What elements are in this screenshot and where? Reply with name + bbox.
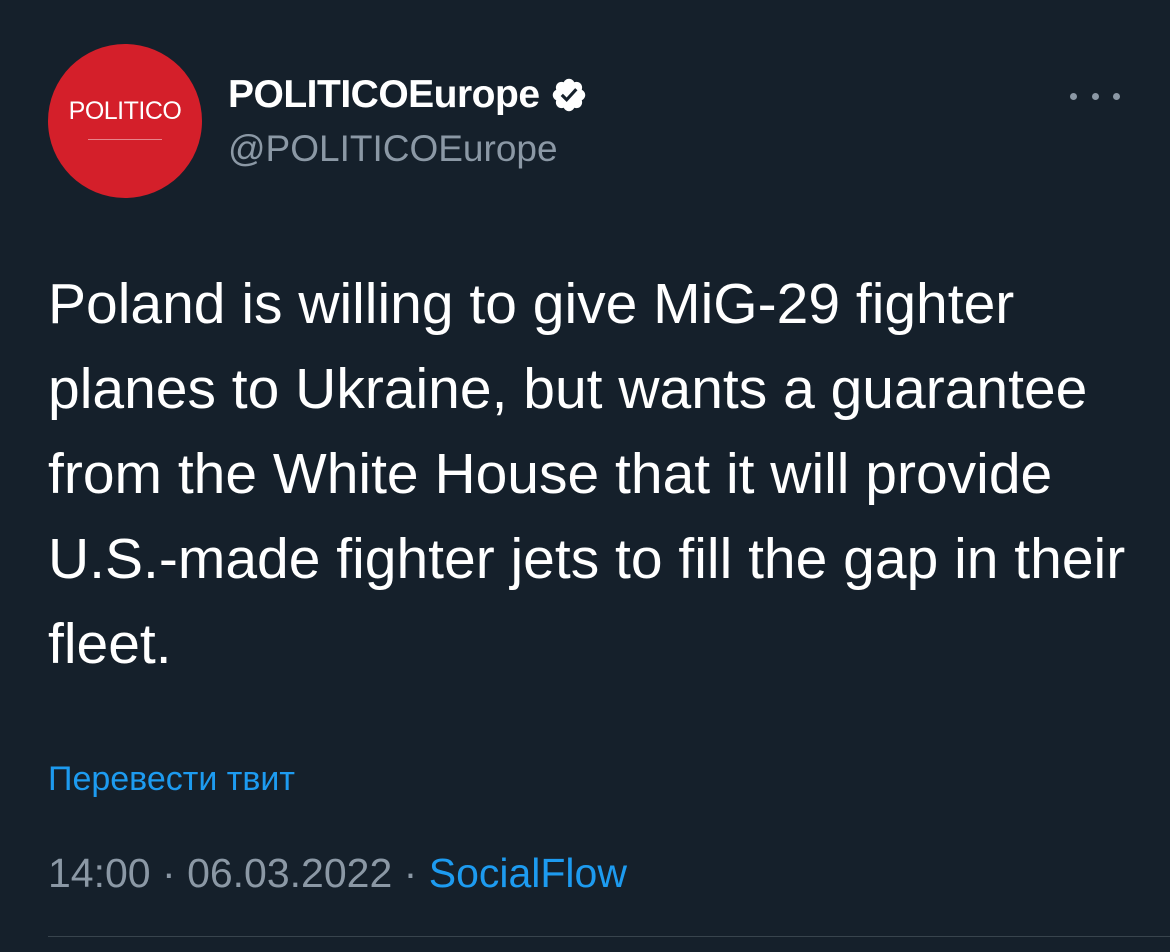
display-name-row: POLITICOEurope bbox=[228, 70, 588, 120]
more-dot bbox=[1070, 92, 1077, 100]
tweet-date[interactable]: 06.03.2022 bbox=[187, 850, 392, 896]
avatar-logo-rule bbox=[88, 139, 162, 140]
more-dot bbox=[1113, 92, 1120, 100]
more-dot bbox=[1091, 92, 1099, 100]
meta-separator: · bbox=[162, 850, 188, 896]
translate-tweet-link[interactable]: Перевести твит bbox=[48, 760, 295, 799]
meta-separator: · bbox=[403, 850, 429, 896]
tweet-metadata: 14:00 · 06.03.2022 · SocialFlow bbox=[48, 850, 627, 897]
avatar[interactable]: POLITICO bbox=[48, 44, 202, 198]
avatar-logo: POLITICO bbox=[68, 97, 182, 125]
user-handle[interactable]: @POLITICOEurope bbox=[228, 128, 558, 170]
verified-badge-icon bbox=[550, 76, 588, 114]
tweet-source-link[interactable]: SocialFlow bbox=[429, 850, 627, 896]
tweet-card: POLITICO POLITICOEurope @POLITICOEurope … bbox=[0, 0, 1170, 952]
more-options-icon[interactable] bbox=[1070, 82, 1120, 110]
tweet-text: Poland is willing to give MiG-29 fighter… bbox=[48, 272, 1126, 676]
display-name[interactable]: POLITICOEurope bbox=[228, 73, 540, 117]
divider bbox=[48, 936, 1170, 937]
tweet-time[interactable]: 14:00 bbox=[48, 850, 151, 896]
